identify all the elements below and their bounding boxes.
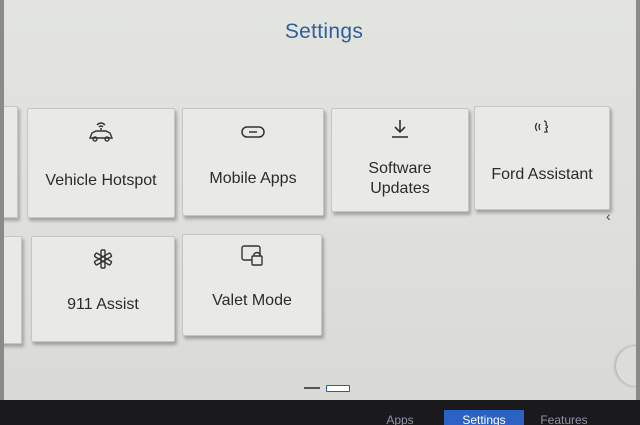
link-icon	[241, 126, 265, 138]
page-title: Settings	[284, 20, 364, 43]
download-icon	[392, 120, 408, 138]
page-dot-1[interactable]	[304, 387, 320, 389]
tile-label: 911 Assist	[67, 296, 139, 313]
tile-software-updates[interactable]: Software Updates	[331, 108, 469, 212]
valet-lock-icon	[241, 245, 263, 266]
voice-assistant-icon	[534, 120, 549, 133]
tile-ford-assistant[interactable]: Ford Assistant	[474, 106, 610, 210]
tile-mobile-apps[interactable]: Mobile Apps	[182, 108, 324, 216]
nav-tab-features[interactable]: Features	[532, 410, 596, 425]
page-dot-2-active[interactable]	[326, 385, 350, 392]
tile-label: Vehicle Hotspot	[45, 172, 157, 189]
tile-911-assist[interactable]: 911 Assist	[31, 236, 175, 342]
tile-label-line2: Updates	[370, 180, 430, 197]
nav-tab-apps[interactable]: Apps	[370, 410, 430, 425]
emergency-asterisk-icon	[93, 249, 113, 269]
physical-knob-edge	[616, 346, 636, 386]
tile-label-line1: Software	[368, 160, 432, 177]
tile-valet-mode[interactable]: Valet Mode	[182, 234, 322, 336]
bottom-nav-bar: Apps Settings Features	[0, 410, 640, 425]
tile-label: Ford Assistant	[491, 166, 593, 183]
tile-label: Mobile Apps	[209, 170, 297, 187]
vehicle-hotspot-icon	[88, 122, 114, 142]
tile-label: Valet Mode	[212, 292, 292, 309]
settings-screen: Settings Vehicle Hotspot Mobile Apps Sof…	[4, 0, 636, 410]
chevron-left-icon[interactable]: ‹	[606, 208, 611, 224]
tile-vehicle-hotspot[interactable]: Vehicle Hotspot	[27, 108, 175, 218]
previous-page-tile-edge[interactable]	[4, 106, 18, 218]
previous-page-tile-edge[interactable]	[4, 236, 22, 344]
nav-tab-settings[interactable]: Settings	[444, 410, 524, 425]
